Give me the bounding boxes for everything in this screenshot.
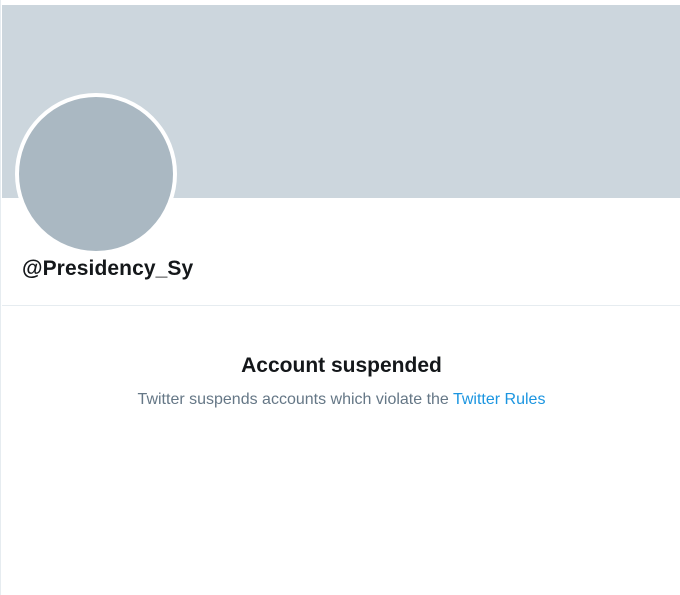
profile-handle: @Presidency_Sy [22,257,194,280]
suspension-message: Twitter suspends accounts which violate … [137,391,449,408]
suspension-title: Account suspended [241,354,442,377]
suspension-notice: Account suspended Twitter suspends accou… [2,352,680,410]
twitter-rules-link[interactable]: Twitter Rules [453,391,545,408]
profile-avatar [15,93,177,255]
profile-page: @Presidency_Sy Account suspended Twitter… [0,0,680,595]
suspension-message-line: Twitter suspends accounts which violate … [2,390,680,410]
section-divider [2,305,680,306]
